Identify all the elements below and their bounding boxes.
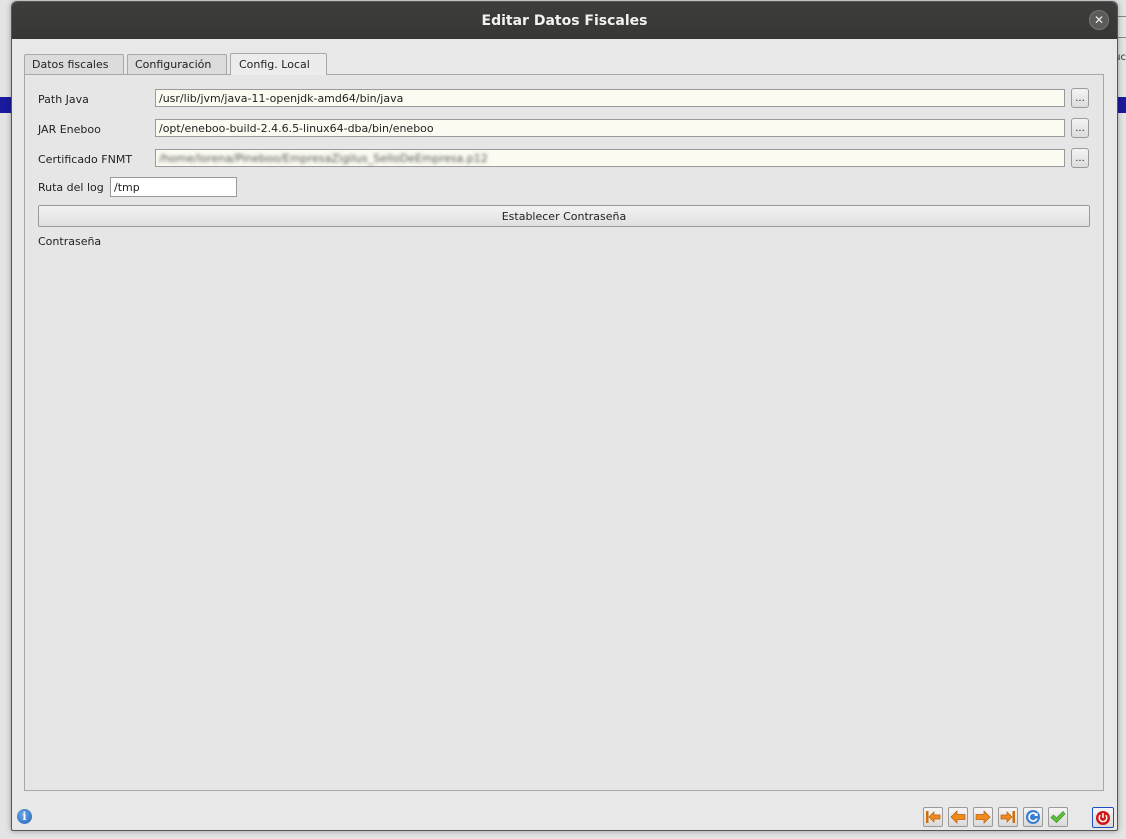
info-icon[interactable]: i: [17, 809, 32, 824]
ruta-log-input[interactable]: /tmp: [110, 177, 237, 197]
certificado-fnmt-input[interactable]: /home/lorena/Pineboo/EmpresaZigilus_Sell…: [155, 149, 1065, 167]
tab-config-local[interactable]: Config. Local: [230, 53, 327, 75]
last-record-button[interactable]: [998, 807, 1018, 827]
previous-record-icon: [950, 810, 966, 824]
browse-label: ...: [1075, 93, 1085, 104]
previous-record-button[interactable]: [948, 807, 968, 827]
next-record-icon: [975, 810, 991, 824]
power-icon: [1096, 810, 1110, 825]
last-record-icon: [1000, 811, 1015, 823]
refresh-button[interactable]: [1023, 807, 1043, 827]
jar-eneboo-browse-button[interactable]: ...: [1071, 118, 1089, 138]
browse-label: ...: [1075, 123, 1085, 134]
jar-eneboo-input[interactable]: /opt/eneboo-build-2.4.6.5-linux64-dba/bi…: [155, 119, 1065, 137]
close-button[interactable]: ✕: [1089, 10, 1109, 30]
tab-label: Datos fiscales: [32, 58, 109, 71]
set-password-button[interactable]: Establecer Contraseña: [38, 205, 1090, 227]
certificado-browse-button[interactable]: ...: [1071, 148, 1089, 168]
set-password-label: Establecer Contraseña: [501, 209, 627, 223]
tab-datos-fiscales[interactable]: Datos fiscales: [24, 54, 124, 74]
refresh-icon: [1026, 810, 1040, 824]
exit-button[interactable]: [1092, 807, 1114, 828]
first-record-icon: [926, 811, 941, 823]
tab-bar: Datos fiscales Configuración Config. Loc…: [24, 53, 330, 75]
tab-label: Configuración: [135, 58, 212, 71]
certificado-fnmt-value: /home/lorena/Pineboo/EmpresaZigilus_Sell…: [159, 151, 488, 165]
bottom-toolbar: i: [12, 802, 1117, 830]
first-record-button[interactable]: [923, 807, 943, 827]
ruta-log-label: Ruta del log: [38, 181, 104, 194]
path-java-value: /usr/lib/jvm/java-11-openjdk-amd64/bin/j…: [159, 91, 404, 105]
tab-label: Config. Local: [239, 58, 310, 71]
config-local-panel: Path Java /usr/lib/jvm/java-11-openjdk-a…: [24, 74, 1104, 791]
tab-configuracion[interactable]: Configuración: [127, 54, 227, 74]
certificado-fnmt-label: Certificado FNMT: [38, 153, 133, 166]
path-java-label: Path Java: [38, 93, 89, 106]
password-label: Contraseña: [38, 235, 102, 248]
jar-eneboo-label: JAR Eneboo: [38, 123, 101, 136]
next-record-button[interactable]: [973, 807, 993, 827]
accept-check-icon: [1050, 810, 1066, 823]
dialog-title: Editar Datos Fiscales: [481, 12, 648, 29]
path-java-input[interactable]: /usr/lib/jvm/java-11-openjdk-amd64/bin/j…: [155, 89, 1065, 107]
browse-label: ...: [1075, 153, 1085, 164]
path-java-browse-button[interactable]: ...: [1071, 88, 1089, 108]
jar-eneboo-value: /opt/eneboo-build-2.4.6.5-linux64-dba/bi…: [159, 121, 434, 135]
edit-fiscal-data-dialog: Editar Datos Fiscales ✕ Datos fiscales C…: [11, 1, 1118, 831]
dialog-titlebar: Editar Datos Fiscales ✕: [12, 2, 1117, 39]
close-icon: ✕: [1093, 13, 1105, 27]
ruta-log-value: /tmp: [114, 180, 140, 194]
accept-button[interactable]: [1048, 807, 1068, 827]
